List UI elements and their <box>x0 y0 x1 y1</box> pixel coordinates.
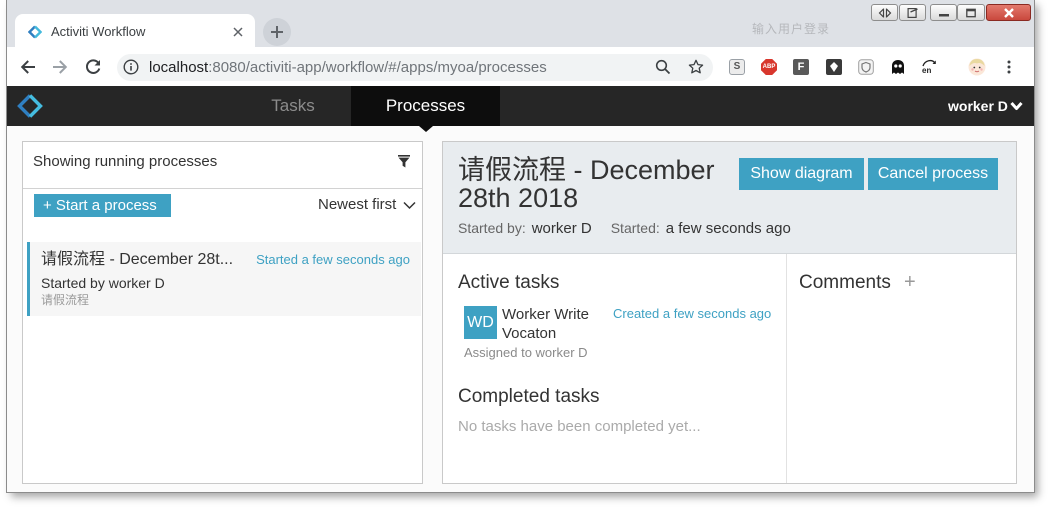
window-close-button[interactable] <box>986 4 1031 21</box>
completed-tasks-empty: No tasks have been completed yet... <box>458 418 701 435</box>
process-item-definition: 请假流程 <box>41 293 90 307</box>
column-divider <box>786 254 787 483</box>
started-value: a few seconds ago <box>665 219 791 237</box>
browser-tab[interactable]: Activiti Workflow <box>15 14 255 47</box>
task-created: Created a few seconds ago <box>613 306 772 321</box>
browser-toolbar: localhost:8080/activiti-app/workflow/#/a… <box>7 47 1034 86</box>
s-extension-icon[interactable]: S <box>729 59 745 75</box>
filter-funnel-icon[interactable] <box>398 155 410 168</box>
show-diagram-button[interactable]: Show diagram <box>739 158 864 190</box>
selected-indicator <box>27 242 30 316</box>
window-note-button[interactable] <box>899 4 926 21</box>
process-item-started-by: Started by worker D <box>41 275 165 291</box>
tag-extension-icon[interactable] <box>826 59 842 75</box>
process-filter-header[interactable]: Showing running processes <box>23 142 422 189</box>
process-detail-header: 请假流程 - December 28th 2018 Show diagram C… <box>443 142 1016 254</box>
sort-label: Newest first <box>318 196 397 213</box>
cancel-process-button[interactable]: Cancel process <box>868 158 998 190</box>
forward-arrow-icon[interactable] <box>52 59 68 75</box>
nav-tab-tasks[interactable]: Tasks <box>243 86 343 126</box>
started-by-value: worker D <box>531 219 592 237</box>
process-item-title: 请假流程 - December 28t... <box>41 251 234 268</box>
app-navbar: Tasks Processes worker D <box>7 86 1034 132</box>
activiti-logo-icon[interactable] <box>17 93 43 119</box>
address-bar[interactable]: localhost:8080/activiti-app/workflow/#/a… <box>117 54 713 81</box>
task-assignee-avatar: WD <box>464 306 497 339</box>
back-arrow-icon[interactable] <box>20 59 36 75</box>
comments-heading: Comments <box>799 272 891 293</box>
reload-icon[interactable] <box>85 59 101 75</box>
process-detail-panel: 请假流程 - December 28th 2018 Show diagram C… <box>442 141 1017 484</box>
user-name: worker D <box>948 98 1008 114</box>
process-list-panel: Showing running processes + Start a proc… <box>22 141 423 484</box>
bookmark-star-icon[interactable] <box>688 59 704 75</box>
new-tab-button[interactable] <box>263 18 291 46</box>
task-assignee: Assigned to worker D <box>464 345 588 360</box>
adblock-plus-icon[interactable]: ABP <box>761 59 777 75</box>
task-name[interactable]: Worker Write Vocaton <box>502 305 602 343</box>
f-extension-icon[interactable]: F <box>793 59 809 75</box>
completed-tasks-heading: Completed tasks <box>458 386 600 407</box>
active-tasks-heading: Active tasks <box>458 272 560 293</box>
minimize-button[interactable] <box>930 4 957 21</box>
nav-tab-processes[interactable]: Processes <box>351 86 500 126</box>
search-icon[interactable] <box>655 59 671 75</box>
chrome-menu-icon[interactable] <box>1001 59 1017 75</box>
process-title: 请假流程 - December 28th 2018 <box>458 155 715 213</box>
url-host: localhost <box>149 59 209 76</box>
process-meta: Started by: worker D Started: a few seco… <box>458 218 791 238</box>
started-by-label: Started by: <box>458 220 526 236</box>
chevron-down-icon <box>403 201 416 210</box>
ghost-extension-icon[interactable] <box>890 59 906 75</box>
tab-title: Activiti Workflow <box>51 24 146 39</box>
active-tab-pointer <box>419 126 433 132</box>
profile-avatar-icon[interactable] <box>968 58 986 76</box>
plus-icon <box>270 25 284 39</box>
shield-extension-icon[interactable] <box>858 59 874 75</box>
browser-window: Activiti Workflow 输入用户登录 localhost:8080/… <box>7 0 1034 492</box>
activiti-logo-icon <box>28 25 42 39</box>
start-process-button[interactable]: + Start a process <box>34 194 171 217</box>
window-snap-button[interactable] <box>871 4 898 21</box>
chevron-down-icon <box>1010 101 1023 111</box>
process-item-started: Started a few seconds ago <box>256 252 410 267</box>
translate-extension-icon[interactable]: en <box>921 59 937 75</box>
filter-description: Showing running processes <box>33 153 218 170</box>
maximize-button[interactable] <box>957 4 985 21</box>
user-menu[interactable]: worker D <box>948 86 1028 126</box>
sort-dropdown[interactable]: Newest first <box>318 195 418 215</box>
url-path: :8080/activiti-app/workflow/#/apps/myoa/… <box>208 59 547 76</box>
add-comment-button[interactable]: + <box>904 271 916 293</box>
started-label: Started: <box>610 220 660 236</box>
process-list-item[interactable]: 请假流程 - December 28t... Started a few sec… <box>27 242 421 316</box>
active-task-item[interactable]: WD Worker Write Vocaton Created a few se… <box>464 305 774 363</box>
tab-close-icon[interactable] <box>233 27 243 37</box>
main-content: Showing running processes + Start a proc… <box>7 126 1034 492</box>
url-text: localhost:8080/activiti-app/workflow/#/a… <box>149 54 547 81</box>
background-window-title: 输入用户登录 <box>752 22 831 36</box>
tab-strip: Activiti Workflow 输入用户登录 <box>7 0 1034 47</box>
site-info-icon[interactable] <box>123 59 139 75</box>
translate-label: en <box>922 66 932 75</box>
